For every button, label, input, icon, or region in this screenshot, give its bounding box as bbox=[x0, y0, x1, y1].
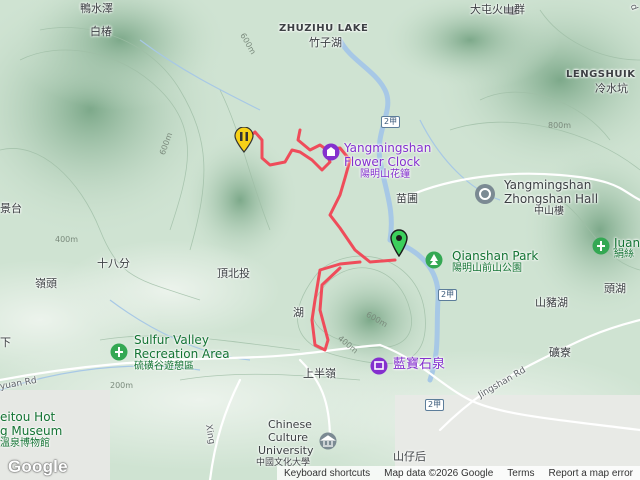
route-shield: 2甲 bbox=[438, 289, 458, 301]
place-label: 上半嶺 bbox=[303, 367, 336, 380]
attraction-icon[interactable] bbox=[322, 143, 340, 165]
poi-label[interactable]: Juan bbox=[614, 237, 640, 249]
route-shield: 2甲 bbox=[381, 116, 401, 128]
place-label: 嶺頭 bbox=[35, 277, 57, 290]
poi-label[interactable]: 藍寶石泉 bbox=[393, 358, 445, 371]
lake-label: ZHUZIHU LAKE bbox=[279, 23, 369, 34]
landmark-icon[interactable] bbox=[474, 183, 496, 209]
area-label: LENGSHUIK bbox=[566, 69, 636, 80]
place-label: 頂北投 bbox=[217, 267, 250, 280]
poi-label[interactable]: eitou Hot bbox=[0, 411, 55, 423]
area-label-zh: 大屯火山群 bbox=[470, 3, 525, 16]
poi-label[interactable]: University bbox=[258, 445, 314, 456]
place-label: 山豬湖 bbox=[535, 296, 568, 309]
attraction-icon[interactable] bbox=[370, 357, 388, 379]
place-label: 山仔后 bbox=[393, 450, 426, 463]
poi-label[interactable]: Chinese bbox=[268, 419, 312, 430]
keyboard-shortcuts-link[interactable]: Keyboard shortcuts bbox=[277, 468, 377, 479]
trailhead-pin-icon[interactable] bbox=[234, 126, 254, 157]
place-label: 十八分 bbox=[97, 257, 130, 270]
poi-label-zh: 絹絲 bbox=[614, 249, 634, 260]
poi-label[interactable]: Zhongshan Hall bbox=[504, 193, 598, 205]
map-data-attribution: Map data ©2026 Google bbox=[384, 467, 494, 479]
place-label: 下 bbox=[0, 336, 11, 349]
poi-label[interactable]: Qianshan Park bbox=[452, 250, 538, 262]
place-label: 鴨水澤 bbox=[80, 2, 113, 15]
green-flag-pin-icon[interactable] bbox=[390, 229, 408, 261]
place-label: 景台 bbox=[0, 202, 22, 215]
poi-label-zh: 溫泉博物館 bbox=[0, 438, 50, 449]
poi-label[interactable]: Flower Clock bbox=[344, 156, 420, 168]
map-canvas[interactable]: 2甲 2甲 2甲 ZHUZIHU LAKE 竹子湖 LENGSHUIK 冷水坑 … bbox=[0, 0, 640, 480]
place-label: 頭湖 bbox=[604, 282, 626, 295]
report-error-link[interactable]: Report a map error bbox=[542, 468, 640, 479]
lake-label-zh: 竹子湖 bbox=[309, 36, 342, 49]
terms-link[interactable]: Terms bbox=[500, 468, 541, 479]
poi-label[interactable]: Recreation Area bbox=[134, 348, 230, 360]
poi-label-zh: 陽明山前山公園 bbox=[452, 263, 522, 274]
contour-label: 200m bbox=[110, 381, 134, 390]
poi-label[interactable]: Yangmingshan bbox=[344, 142, 431, 154]
university-icon[interactable] bbox=[319, 432, 337, 454]
poi-label[interactable]: Sulfur Valley bbox=[134, 334, 209, 346]
park-icon[interactable] bbox=[425, 251, 443, 273]
poi-label[interactable]: g Museum bbox=[0, 425, 62, 437]
place-label: 苗圃 bbox=[396, 192, 418, 205]
contour-label: 800m bbox=[548, 121, 572, 130]
terrain-layer bbox=[0, 0, 640, 480]
place-label: 湖 bbox=[293, 306, 304, 319]
map-footer: Keyboard shortcuts Map data ©2026 Google… bbox=[276, 466, 640, 480]
place-label: 礦寮 bbox=[549, 346, 571, 359]
route-shield: 2甲 bbox=[425, 399, 445, 411]
poi-label-zh: 硫磺谷遊憩區 bbox=[134, 361, 194, 372]
park-icon[interactable] bbox=[110, 343, 128, 365]
poi-label-zh: 中山樓 bbox=[534, 206, 564, 217]
google-logo: Google bbox=[8, 457, 68, 476]
contour-label: 400m bbox=[55, 235, 79, 244]
park-icon[interactable] bbox=[592, 237, 610, 259]
poi-label-zh: 陽明山花鐘 bbox=[360, 169, 410, 180]
poi-label[interactable]: Culture bbox=[268, 432, 308, 443]
area-label-zh: 冷水坑 bbox=[595, 82, 628, 95]
place-label: 白椿 bbox=[90, 25, 112, 38]
poi-label[interactable]: Yangmingshan bbox=[504, 179, 591, 191]
